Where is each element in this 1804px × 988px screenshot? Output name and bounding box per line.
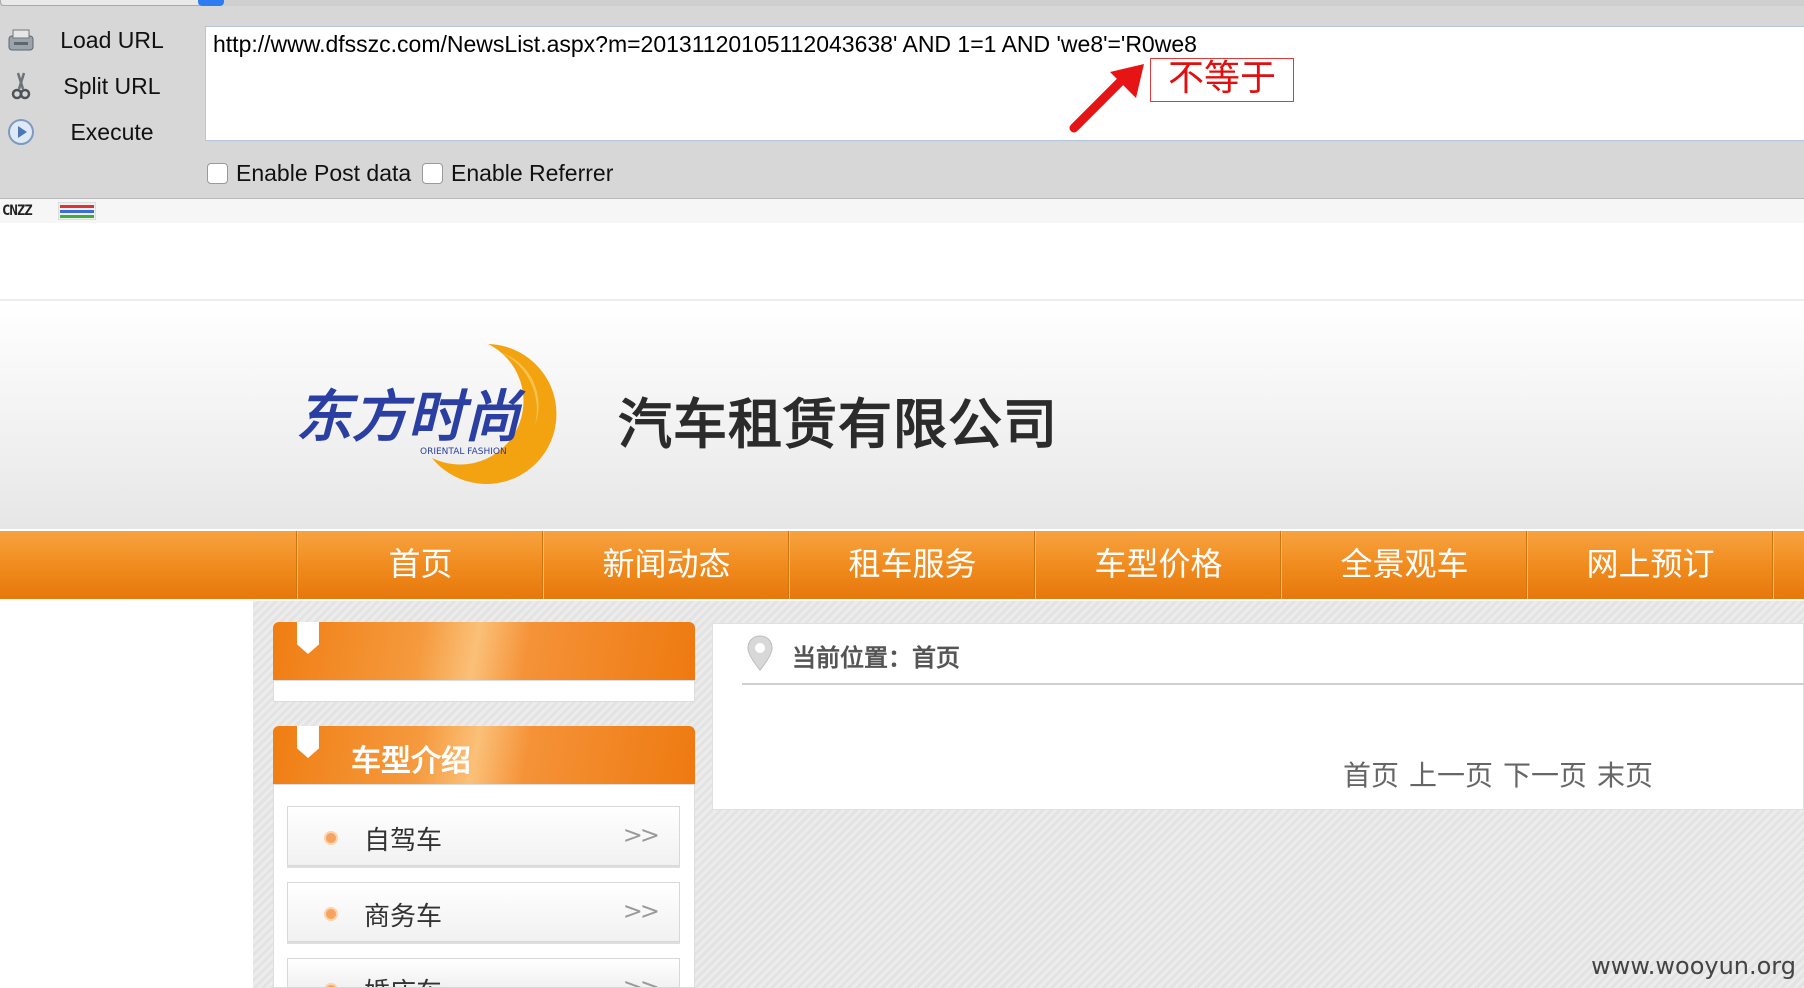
post-data-label: Enable Post data <box>236 160 412 186</box>
company-name: 汽车租赁有限公司 <box>618 393 1058 456</box>
scissors-icon <box>4 69 38 103</box>
logo-brand-text: 东方时尚 <box>296 385 526 450</box>
execute-label: Execute <box>70 118 154 145</box>
watermark: www.wooyun.org <box>1591 952 1796 980</box>
toolbar-top-strip <box>0 0 1804 6</box>
category-label: 自驾车 <box>364 826 443 856</box>
location-pin-icon <box>747 635 773 671</box>
load-url-label: Load URL <box>60 26 164 53</box>
logo-english-text: ORIENTAL FASHION <box>420 447 507 457</box>
annotation-label: 不等于 <box>1150 58 1294 102</box>
page-top-gap <box>0 223 1804 301</box>
nav-car-prices[interactable]: 车型价格 <box>1035 531 1281 599</box>
play-icon <box>4 115 38 149</box>
enable-post-data-checkbox[interactable]: Enable Post data <box>207 160 411 187</box>
post-data-checkbox-box[interactable] <box>207 163 228 184</box>
bookmark-icon <box>297 726 319 758</box>
referrer-checkbox-box[interactable] <box>422 163 443 184</box>
split-url-label: Split URL <box>63 72 161 99</box>
nav-divider <box>1773 531 1804 599</box>
execute-button[interactable]: Execute <box>4 112 194 152</box>
double-chevron-right-icon: >> <box>622 821 660 849</box>
referrer-label: Enable Referrer <box>451 160 614 186</box>
breadcrumb-divider <box>742 683 1804 685</box>
nav-rental-service[interactable]: 租车服务 <box>789 531 1035 599</box>
category-label: 婚庆车 <box>364 972 442 987</box>
nav-news[interactable]: 新闻动态 <box>543 531 789 599</box>
page-next-link[interactable]: 下一页 <box>1503 754 1587 794</box>
hackbar-dropdown[interactable] <box>0 0 202 6</box>
cnzz-badge[interactable]: CNZZ <box>2 203 33 219</box>
split-url-button[interactable]: Split URL <box>4 66 194 106</box>
breadcrumb: 当前位置：首页 <box>792 644 960 672</box>
nav-home[interactable]: 首页 <box>297 531 543 599</box>
enable-referrer-checkbox[interactable]: Enable Referrer <box>422 160 613 187</box>
sidebar-panel-header <box>273 622 695 680</box>
main-navigation: 首页 新闻动态 租车服务 车型价格 全景观车 网上预订 <box>0 531 1804 599</box>
category-self-drive[interactable]: 自驾车 >> <box>287 806 680 866</box>
nav-panorama[interactable]: 全景观车 <box>1281 531 1527 599</box>
page-first-link[interactable]: 首页 <box>1343 754 1399 794</box>
bookmark-icon <box>297 622 319 654</box>
double-chevron-right-icon: >> <box>622 897 660 925</box>
pagination: 首页 上一页 下一页 末页 <box>1343 754 1653 794</box>
cnzz-stats-icon <box>58 202 96 220</box>
car-types-header: 车型介绍 <box>273 726 695 784</box>
page-last-link[interactable]: 末页 <box>1597 754 1653 794</box>
bullet-icon <box>324 831 338 845</box>
load-url-button[interactable]: Load URL <box>4 20 194 60</box>
bullet-icon <box>324 907 338 921</box>
nav-online-booking[interactable]: 网上预订 <box>1527 531 1773 599</box>
car-types-title: 车型介绍 <box>351 744 471 779</box>
status-strip <box>0 199 1804 223</box>
double-chevron-right-icon: >> <box>622 973 660 988</box>
category-wedding[interactable]: 婚庆车 >> <box>287 958 680 988</box>
red-arrow-icon <box>1069 64 1144 133</box>
hackbar-toolbar: Load URL Split URL Execute http://www.df… <box>0 0 1804 199</box>
dropdown-arrow-button[interactable] <box>198 0 224 6</box>
load-url-icon <box>4 23 38 57</box>
url-textarea[interactable]: http://www.dfsszc.com/NewsList.aspx?m=20… <box>205 26 1804 141</box>
category-business[interactable]: 商务车 >> <box>287 882 680 942</box>
page-prev-link[interactable]: 上一页 <box>1409 754 1493 794</box>
company-logo[interactable]: 东方时尚 ORIENTAL FASHION <box>290 330 610 490</box>
sidebar-panel-body <box>273 680 695 702</box>
category-label: 商务车 <box>364 902 443 932</box>
bullet-icon <box>324 983 338 987</box>
